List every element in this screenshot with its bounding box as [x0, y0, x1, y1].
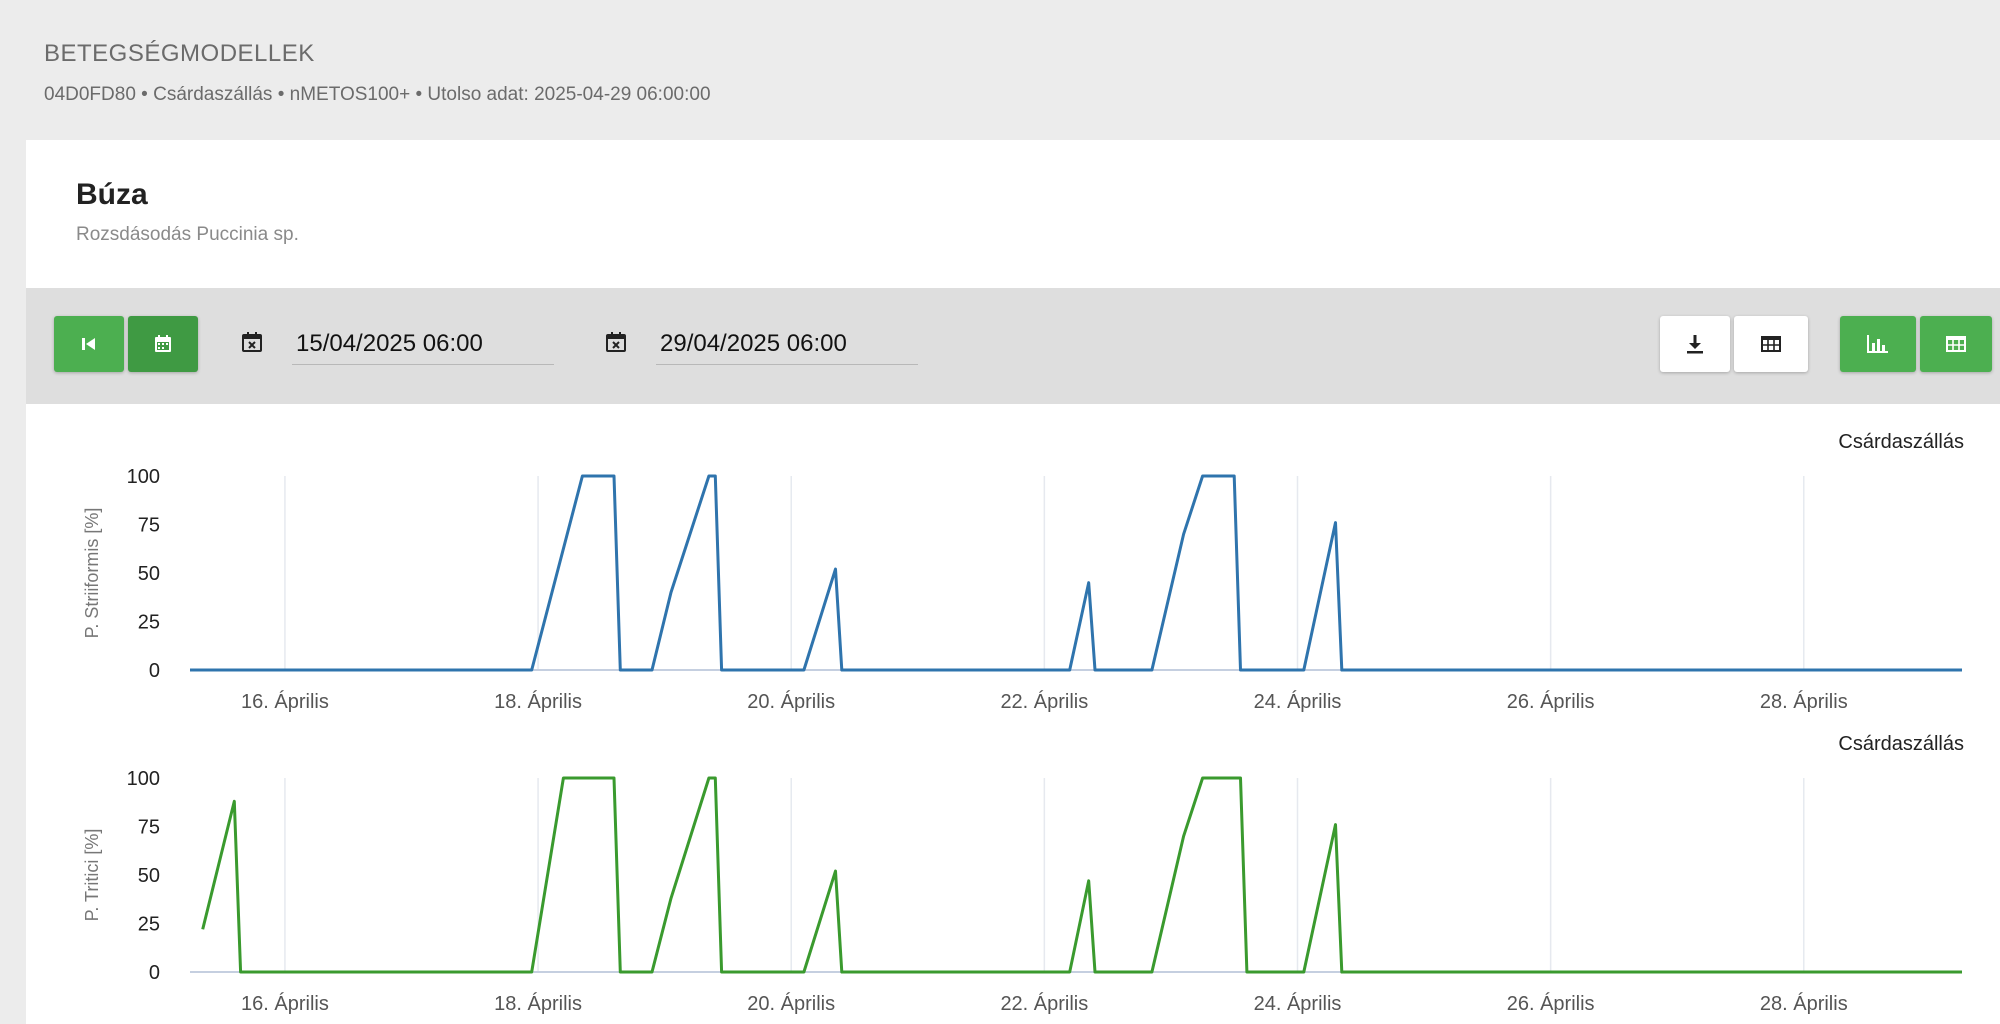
- y-axis-label: P. Tritici [%]: [82, 829, 102, 922]
- x-tick-label: 16. Április: [241, 992, 329, 1015]
- x-tick-label: 26. Április: [1507, 690, 1595, 713]
- bar-chart-icon: [1867, 335, 1888, 353]
- grid-view-button[interactable]: [1920, 316, 1992, 372]
- export-group: [1660, 316, 1808, 372]
- x-tick-label: 20. Április: [747, 690, 835, 713]
- y-tick-label: 50: [138, 865, 160, 887]
- table-icon: [1761, 336, 1781, 352]
- striiformis-chart-svg: 16. Április 18. Április 20. Április 22. Ápr…: [82, 431, 1964, 713]
- disease-subtitle: Rozsdásodás Puccinia sp.: [76, 224, 299, 245]
- page-title: BETEGSÉGMODELLEK: [44, 40, 315, 67]
- date-nav-group: [54, 316, 198, 372]
- tritici-chart-svg: 16. Április 18. Április 20. Április 22. Ápr…: [82, 733, 1964, 1015]
- x-tick-label: 20. Április: [747, 992, 835, 1015]
- end-date-input[interactable]: 29/04/2025 06:00: [656, 324, 918, 365]
- table-view-button[interactable]: [1734, 316, 1808, 372]
- disease-model-card: Búza Rozsdásodás Puccinia sp. 15/04/2025…: [26, 140, 2000, 1024]
- x-tick-label: 28. Április: [1760, 690, 1848, 713]
- calendar-clear-icon: [242, 332, 262, 352]
- first-period-button[interactable]: [54, 316, 124, 372]
- download-button[interactable]: [1660, 316, 1730, 372]
- calendar-icon: [155, 335, 171, 352]
- series-line: [201, 776, 1962, 974]
- x-tick-label: 28. Április: [1760, 992, 1848, 1015]
- x-tick-label: 18. Április: [494, 690, 582, 713]
- toolbar: 15/04/2025 06:00 29/04/2025 06:00: [26, 288, 2000, 404]
- start-date-input[interactable]: 15/04/2025 06:00: [292, 324, 554, 365]
- calendar-button[interactable]: [128, 316, 198, 372]
- skip-to-start-icon: [82, 338, 95, 350]
- page-header: BETEGSÉGMODELLEK 04D0FD80 • Csárdaszállá…: [44, 40, 711, 106]
- y-axis-label: P. Striiformis [%]: [82, 508, 102, 639]
- y-tick-label: 100: [127, 768, 160, 790]
- y-tick-label: 50: [138, 563, 160, 585]
- x-tick-label: 16. Április: [241, 690, 329, 713]
- y-tick-label: 0: [149, 660, 160, 682]
- calendar-clear-icon: [606, 332, 626, 352]
- striiformis-chart: 16. Április 18. Április 20. Április 22. Ápr…: [26, 420, 2000, 720]
- view-mode-group: [1840, 316, 1992, 372]
- chart-legend: Csárdaszállás: [1838, 431, 1964, 453]
- x-tick-label: 24. Április: [1254, 992, 1342, 1015]
- series-line: [190, 474, 1962, 672]
- chart-view-button[interactable]: [1840, 316, 1916, 372]
- y-tick-label: 100: [127, 466, 160, 488]
- x-tick-label: 22. Április: [1000, 690, 1088, 713]
- y-tick-label: 25: [138, 914, 160, 936]
- x-tick-label: 24. Április: [1254, 690, 1342, 713]
- crop-title: Búza: [76, 178, 148, 211]
- download-icon: [1687, 335, 1703, 354]
- station-info: 04D0FD80 • Csárdaszállás • nMETOS100+ • …: [44, 84, 711, 105]
- y-tick-label: 75: [138, 817, 160, 839]
- tritici-chart: 16. Április 18. Április 20. Április 22. Ápr…: [26, 722, 2000, 1024]
- x-tick-label: 18. Április: [494, 992, 582, 1015]
- chart-legend: Csárdaszállás: [1838, 733, 1964, 755]
- x-tick-label: 22. Április: [1000, 992, 1088, 1015]
- y-tick-label: 0: [149, 962, 160, 984]
- y-tick-label: 75: [138, 515, 160, 537]
- x-tick-label: 26. Április: [1507, 992, 1595, 1015]
- y-tick-label: 25: [138, 612, 160, 634]
- card-header: Búza Rozsdásodás Puccinia sp.: [76, 178, 299, 246]
- grid-icon: [1946, 336, 1966, 352]
